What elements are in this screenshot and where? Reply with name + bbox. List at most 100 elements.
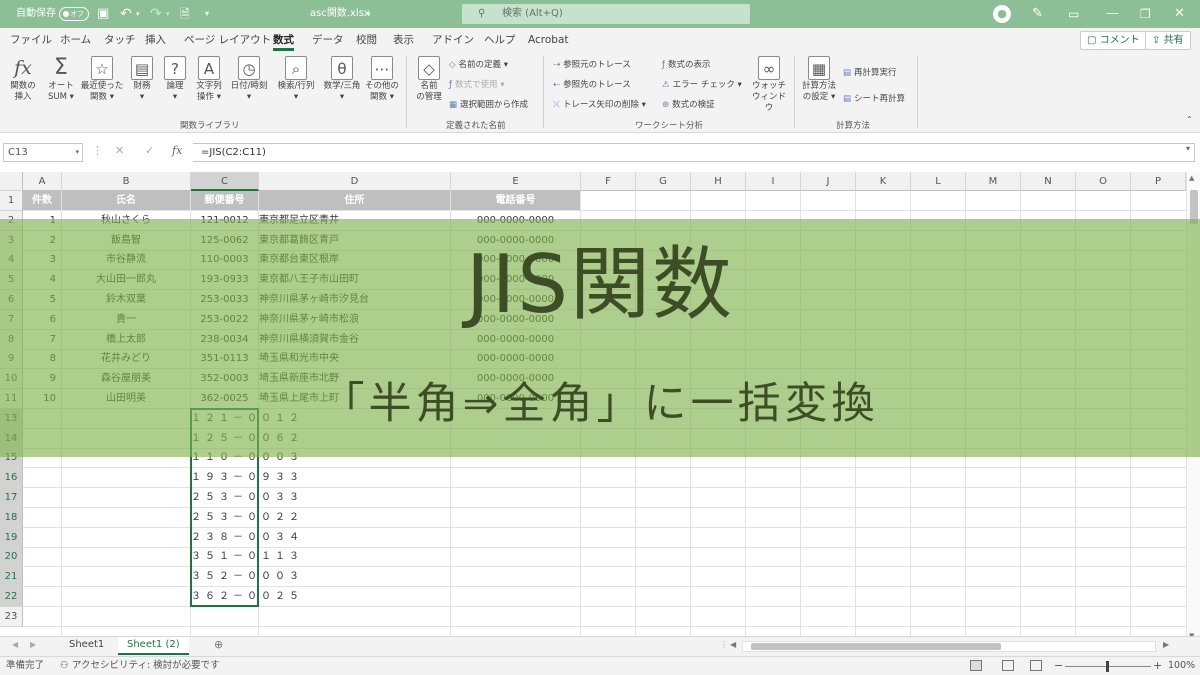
tab-data[interactable]: データ — [312, 28, 344, 53]
prev-sheet-icon[interactable]: ◀ — [12, 640, 18, 649]
zoom-level[interactable]: 100% — [1168, 657, 1195, 675]
converted-zip-cell[interactable]: １９３－０９３３ — [191, 468, 299, 487]
close-icon[interactable]: ✕ — [1174, 0, 1185, 28]
column-header[interactable]: A — [23, 172, 62, 191]
share-button[interactable]: ⇪ 共有 — [1145, 31, 1191, 50]
autosum-button[interactable]: Σ オート SUM ▾ — [43, 56, 79, 103]
ribbon-display-icon[interactable]: ▭ — [1068, 0, 1079, 28]
column-header[interactable]: L — [911, 172, 966, 191]
column-header[interactable]: I — [746, 172, 801, 191]
table-header-cell[interactable]: 件数 — [23, 191, 61, 210]
split-handle-icon[interactable]: ⋮ — [720, 640, 728, 649]
row-header[interactable]: 22 — [0, 587, 23, 607]
tab-view[interactable]: 表示 — [393, 28, 414, 53]
column-header[interactable]: G — [636, 172, 691, 191]
restore-icon[interactable]: ❐ — [1140, 0, 1151, 28]
column-header[interactable]: O — [1076, 172, 1131, 191]
sheet-tab-active[interactable]: Sheet1 (2) — [118, 637, 189, 655]
column-header[interactable]: M — [966, 172, 1021, 191]
table-header-cell[interactable]: 郵便番号 — [191, 191, 258, 210]
row-header[interactable]: 17 — [0, 488, 23, 508]
filename-dropdown-icon[interactable]: ▾ — [367, 0, 371, 28]
redo-dropdown-icon[interactable]: ▾ — [166, 0, 170, 28]
normal-view-icon[interactable] — [970, 660, 982, 671]
calc-now-button[interactable]: ▤ 再計算実行 — [843, 66, 897, 80]
search-box[interactable]: ⚲ 検索 (Alt+Q) — [462, 4, 750, 24]
create-from-selection-button[interactable]: ▦ 選択範囲から作成 — [449, 98, 528, 112]
minimize-icon[interactable]: — — [1106, 0, 1119, 28]
converted-zip-cell[interactable]: ３５１－０１１３ — [191, 547, 299, 566]
calc-sheet-button[interactable]: ▤ シート再計算 — [843, 92, 905, 106]
save-icon[interactable]: ▣ — [97, 0, 109, 28]
evaluate-formula-button[interactable]: ⊛ 数式の検証 — [662, 98, 715, 112]
column-header[interactable]: B — [62, 172, 191, 191]
row-header[interactable]: 21 — [0, 567, 23, 588]
remove-arrows-button[interactable]: ⤫ トレース矢印の削除 ▾ — [553, 98, 646, 112]
scroll-right-icon[interactable]: ▶ — [1163, 640, 1169, 649]
row-header[interactable]: 20 — [0, 547, 23, 568]
redo-icon[interactable]: ↷ — [150, 0, 162, 28]
pen-icon[interactable]: ✎ — [1032, 0, 1043, 28]
zoom-in-icon[interactable]: + — [1153, 657, 1162, 675]
row-header[interactable]: 19 — [0, 527, 23, 548]
trace-precedents-button[interactable]: ⇢ 参照元のトレース — [553, 58, 631, 72]
tab-formulas[interactable]: 数式 — [273, 28, 294, 51]
column-header[interactable]: D — [259, 172, 451, 191]
column-header[interactable]: P — [1131, 172, 1186, 191]
insert-function-button[interactable]: fx 関数の 挿入 — [4, 56, 42, 103]
tab-file[interactable]: ファイル — [10, 28, 52, 53]
error-check-button[interactable]: ⚠ エラー チェック ▾ — [662, 78, 742, 92]
tab-acrobat[interactable]: Acrobat — [528, 28, 569, 53]
row-header[interactable]: 23 — [0, 606, 23, 627]
define-name-button[interactable]: ◇ 名前の定義 ▾ — [449, 58, 508, 72]
page-break-view-icon[interactable] — [1030, 660, 1042, 671]
customize-toolbar-icon[interactable]: ▾ — [205, 0, 209, 28]
logical-button[interactable]: ? 論理 ▾ — [160, 56, 190, 103]
sheet-tab[interactable]: Sheet1 — [60, 637, 113, 655]
name-manager-button[interactable]: ◇ 名前 の管理 — [412, 56, 446, 103]
enter-icon[interactable]: ✓ — [145, 144, 154, 157]
use-in-formula-button[interactable]: ƒ 数式で使用 ▾ — [449, 78, 504, 92]
column-header[interactable]: H — [691, 172, 746, 191]
insert-function-icon[interactable]: fx — [172, 144, 182, 157]
zoom-thumb[interactable] — [1106, 661, 1109, 672]
autosave-toggle[interactable]: オフ — [59, 7, 89, 21]
tab-touch[interactable]: タッチ — [104, 28, 136, 53]
datetime-button[interactable]: ◷ 日付/時刻 ▾ — [228, 56, 270, 103]
math-button[interactable]: θ 数学/三角 ▾ — [320, 56, 364, 103]
collapse-ribbon-icon[interactable]: ⌃ — [1186, 113, 1193, 127]
expand-formula-bar-icon[interactable]: ▾ — [1186, 144, 1190, 153]
account-avatar-icon[interactable]: ● — [993, 5, 1011, 23]
add-sheet-icon[interactable]: ⊕ — [214, 638, 223, 651]
column-header[interactable]: C — [191, 172, 259, 191]
table-header-cell[interactable]: 氏名 — [62, 191, 190, 210]
tab-review[interactable]: 校閲 — [356, 28, 377, 53]
converted-zip-cell[interactable]: ３６２－００２５ — [191, 587, 299, 606]
comment-button[interactable]: ▢ コメント — [1080, 31, 1147, 50]
name-box[interactable]: C13 ▾ — [3, 143, 83, 162]
scroll-up-icon[interactable]: ▲ — [1189, 174, 1194, 182]
show-formulas-button[interactable]: ƒ 数式の表示 — [662, 58, 711, 72]
tab-page-layout[interactable]: ページ レイアウト — [184, 28, 271, 53]
table-header-cell[interactable]: 電話番号 — [451, 191, 580, 210]
text-button[interactable]: A 文字列 操作 ▾ — [192, 56, 226, 103]
document-icon[interactable]: 🗎 — [180, 0, 190, 28]
tab-addins[interactable]: アドイン — [432, 28, 474, 53]
cancel-icon[interactable]: ✕ — [115, 144, 124, 157]
row-header[interactable]: 16 — [0, 468, 23, 489]
next-sheet-icon[interactable]: ▶ — [30, 640, 36, 649]
column-header[interactable]: K — [856, 172, 911, 191]
table-header-cell[interactable]: 住所 — [259, 191, 450, 210]
column-header[interactable]: E — [451, 172, 581, 191]
formula-input[interactable]: =JIS(C2:C11) — [193, 143, 1195, 162]
converted-zip-cell[interactable]: ２５３－００３３ — [191, 488, 299, 507]
page-layout-view-icon[interactable] — [1002, 660, 1014, 671]
tab-insert[interactable]: 挿入 — [145, 28, 166, 53]
tab-help[interactable]: ヘルプ — [484, 28, 516, 53]
more-functions-button[interactable]: ⋯ その他の 関数 ▾ — [365, 56, 399, 103]
column-header[interactable]: N — [1021, 172, 1076, 191]
calc-options-button[interactable]: ▦ 計算方法 の設定 ▾ — [799, 56, 839, 103]
select-all-corner[interactable] — [0, 172, 23, 191]
horizontal-scrollbar[interactable] — [742, 641, 1156, 652]
converted-zip-cell[interactable]: ３５２－０００３ — [191, 567, 299, 586]
